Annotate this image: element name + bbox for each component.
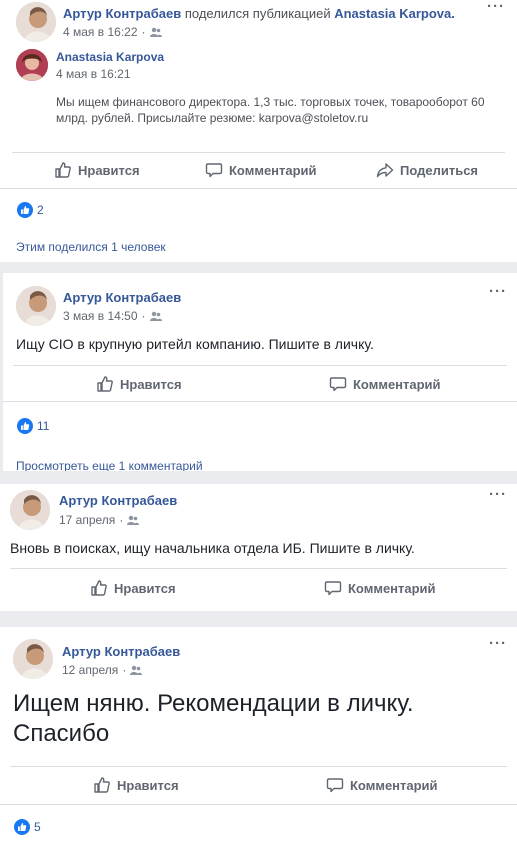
comment-button[interactable]: Комментарий [205, 161, 317, 179]
post-meta: 12 апреля · [62, 663, 143, 677]
like-label: Нравится [114, 580, 176, 596]
friends-audience-icon[interactable] [127, 515, 140, 525]
avatar-image [10, 490, 50, 530]
post-meta: 17 апреля · [59, 513, 140, 527]
like-reaction-icon [17, 202, 33, 218]
author-avatar[interactable] [13, 639, 53, 679]
post-card: Артур Контрабаев поделился публикацией A… [0, 0, 517, 262]
comment-bubble-icon [329, 377, 347, 392]
avatar-image [16, 286, 56, 326]
author-avatar[interactable] [16, 286, 56, 326]
shared-author-avatar[interactable] [16, 49, 48, 81]
comment-label: Комментарий [229, 162, 317, 178]
more-comments-link[interactable]: Просмотреть еще 1 комментарий [16, 459, 203, 471]
shared-author-name[interactable]: Anastasia Karpova. [334, 6, 455, 21]
share-action-text: поделился публикацией [184, 6, 331, 21]
thumbs-up-icon [55, 162, 71, 178]
feed: Артур Контрабаев поделился публикацией A… [0, 0, 517, 846]
like-button[interactable]: Нравится [54, 161, 140, 179]
like-reaction-icon [17, 418, 33, 434]
author-name[interactable]: Артур Контрабаев [59, 493, 177, 508]
likes-count: 11 [37, 419, 50, 433]
ellipsis-icon[interactable]: ··· [489, 283, 507, 300]
comment-label: Комментарий [350, 777, 438, 793]
divider [3, 401, 517, 402]
shared-post-text: Мы ищем финансового директора. 1,3 тыс. … [56, 95, 485, 125]
likes-count: 2 [37, 203, 44, 217]
share-arrow-icon [376, 163, 394, 178]
divider [0, 804, 517, 805]
post-date[interactable]: 3 мая в 14:50 [63, 309, 138, 323]
shared-author-name[interactable]: Anastasia Karpova [56, 50, 164, 64]
friends-audience-icon[interactable] [130, 665, 143, 675]
friends-audience-icon[interactable] [149, 311, 162, 321]
thumbs-up-icon [91, 580, 107, 596]
friends-audience-icon[interactable] [149, 27, 162, 37]
author-name[interactable]: Артур Контрабаев [62, 644, 180, 659]
post-date[interactable]: 12 апреля [62, 663, 118, 677]
like-label: Нравится [117, 777, 179, 793]
divider [10, 568, 507, 569]
author-avatar[interactable] [10, 490, 50, 530]
avatar-image [16, 2, 56, 42]
ellipsis-icon[interactable]: ··· [489, 486, 507, 503]
comment-label: Комментарий [348, 580, 436, 596]
post-card: Артур Контрабаев 17 апреля · ··· Вновь в… [0, 484, 517, 611]
shared-post-date[interactable]: 4 мая в 16:21 [56, 67, 131, 81]
comment-button[interactable]: Комментарий [329, 375, 441, 393]
shares-link[interactable]: Этим поделился 1 человек [16, 240, 166, 254]
comment-label: Комментарий [353, 376, 441, 392]
like-button[interactable]: Нравится [93, 776, 179, 794]
comment-button[interactable]: Комментарий [326, 776, 438, 794]
post-text: Ищу CIO в крупную ритейл компанию. Пишит… [16, 336, 374, 352]
comment-bubble-icon [326, 778, 344, 793]
like-button[interactable]: Нравится [90, 579, 176, 597]
like-label: Нравится [120, 376, 182, 392]
likes-count: 5 [34, 820, 41, 834]
avatar-image [16, 49, 48, 81]
post-date[interactable]: 4 мая в 16:22 [63, 25, 138, 39]
thumbs-up-icon [97, 376, 113, 392]
author-name[interactable]: Артур Контрабаев [63, 6, 181, 21]
divider [12, 152, 505, 153]
like-label: Нравится [78, 162, 140, 178]
comment-bubble-icon [324, 581, 342, 596]
like-button[interactable]: Нравится [96, 375, 182, 393]
post-card: Артур Контрабаев 3 мая в 14:50 · ··· Ищу… [3, 273, 517, 471]
thumbs-up-icon [94, 777, 110, 793]
post-author-line: Артур Контрабаев поделился публикацией A… [63, 6, 455, 21]
divider [13, 365, 507, 366]
comment-bubble-icon [205, 163, 223, 178]
reactions-count[interactable]: 11 [17, 418, 49, 434]
reactions-count[interactable]: 5 [14, 819, 41, 835]
author-avatar[interactable] [16, 2, 56, 42]
avatar-image [13, 639, 53, 679]
ellipsis-icon[interactable]: ··· [489, 635, 507, 652]
post-text: Вновь в поисках, ищу начальника отдела И… [10, 540, 415, 556]
comment-button[interactable]: Комментарий [324, 579, 436, 597]
like-reaction-icon [14, 819, 30, 835]
share-button[interactable]: Поделиться [376, 161, 478, 179]
post-text: Ищем няню. Рекомендации в личку. Спасибо [13, 690, 414, 747]
post-date[interactable]: 17 апреля [59, 513, 115, 527]
divider [10, 766, 507, 767]
ellipsis-icon[interactable]: ··· [487, 0, 505, 15]
post-meta: 3 мая в 14:50 · [63, 309, 162, 323]
share-label: Поделиться [400, 162, 479, 178]
author-name[interactable]: Артур Контрабаев [63, 290, 181, 305]
reactions-count[interactable]: 2 [17, 202, 44, 218]
divider [0, 188, 517, 189]
post-meta: 4 мая в 16:22 · [63, 25, 162, 39]
post-card: Артур Контрабаев 12 апреля · ··· Ищем ня… [0, 627, 517, 846]
